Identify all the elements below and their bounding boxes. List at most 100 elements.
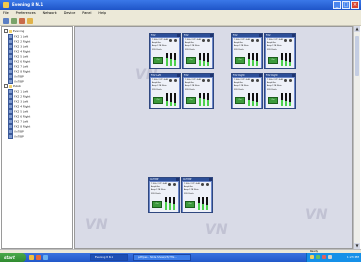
tree-folder[interactable]: Pulsik — [4, 84, 21, 88]
tray-icon[interactable] — [310, 255, 314, 259]
menu-network[interactable]: Network — [43, 10, 57, 17]
taskbar-item[interactable]: pdf/pss - Slide Show/23/7Hz... — [133, 254, 191, 261]
on-button[interactable]: On — [186, 57, 196, 64]
panel-close-icon[interactable] — [292, 74, 295, 77]
on-button[interactable]: On — [153, 57, 163, 64]
knob-icon[interactable] — [251, 39, 254, 42]
tree-item[interactable]: FX2 2 Right — [8, 94, 30, 99]
on-button[interactable]: On — [268, 97, 278, 104]
plugin-panel[interactable]: XnTiBP 7,5Hz OUT -6dB Amplifier Amp 17B Mut… — [148, 177, 180, 213]
on-button[interactable]: On — [235, 97, 245, 104]
quicklaunch-icon[interactable] — [36, 255, 41, 260]
panel-title[interactable]: XnTiBP — [182, 178, 212, 181]
tree-item[interactable]: FX2 8 Right — [8, 124, 30, 129]
panel-title[interactable]: FX2 — [232, 34, 262, 37]
menu-device[interactable]: Device — [64, 10, 76, 17]
scroll-thumb[interactable] — [355, 36, 359, 76]
knob-icon[interactable] — [284, 39, 287, 42]
knob-icon[interactable] — [289, 39, 292, 42]
scroll-up-icon[interactable]: ▲ — [354, 26, 360, 32]
tree-item[interactable]: FX2 2 Right — [8, 39, 30, 44]
panel-title[interactable]: FX2 — [265, 34, 295, 37]
plugin-panel[interactable]: FX2 7,5Hz OUT -6dB Amplifier Amp 17B Mute FX… — [182, 33, 214, 69]
panel-close-icon[interactable] — [176, 178, 179, 181]
tray-icon[interactable] — [322, 255, 326, 259]
panel-title[interactable]: FX2 Right — [232, 74, 262, 77]
panel-close-icon[interactable] — [209, 178, 212, 181]
tree-item[interactable]: XnTiBP — [8, 134, 24, 139]
plugin-panel[interactable]: FX2 Left 7,5Hz OUT -6dB Amplifier Amp 17B M… — [149, 73, 181, 109]
vertical-scrollbar[interactable]: ▲ ▼ — [353, 26, 360, 249]
panel-title[interactable]: FX2 — [183, 34, 213, 37]
start-button[interactable]: start — [0, 253, 26, 262]
tree-item[interactable]: FX2 8 Right — [8, 69, 30, 74]
panel-title[interactable]: XnTiBP — [149, 178, 179, 181]
plugin-panel[interactable]: FX2 7,5Hz OUT -6dB Amplifier Amp 17B Mute FX… — [231, 33, 263, 69]
quicklaunch-icon[interactable] — [43, 255, 48, 260]
knob-icon[interactable] — [169, 39, 172, 42]
taskbar-item[interactable]: Evening 8 N.1 — [90, 254, 128, 261]
knob-icon[interactable] — [169, 79, 172, 82]
tree-item[interactable]: FX2 3 Left — [8, 44, 28, 49]
properties-icon[interactable] — [27, 18, 33, 24]
menu-help[interactable]: Help — [98, 10, 106, 17]
on-button[interactable]: On — [153, 97, 163, 104]
expand-icon[interactable] — [4, 84, 8, 88]
plugin-panel[interactable]: XnTiBP 7,5Hz OUT -6dB Amplifier Amp 17B Mut… — [181, 177, 213, 213]
tree-item[interactable]: FX2 1 Left — [8, 34, 28, 39]
tree-item[interactable]: FX2 7 Left — [8, 64, 28, 69]
menu-panel[interactable]: Panel — [82, 10, 91, 17]
save-icon[interactable] — [11, 18, 17, 24]
panel-close-icon[interactable] — [210, 34, 213, 37]
open-icon[interactable] — [3, 18, 9, 24]
knob-icon[interactable] — [168, 183, 171, 186]
tree-item[interactable]: FX2 4 Right — [8, 49, 30, 54]
panel-title[interactable]: FX2 Right — [265, 74, 295, 77]
maximize-button[interactable]: □ — [342, 1, 350, 9]
plugin-panel[interactable]: FX2 7,5Hz OUT -6dB Amplifier Amp 17B Mute FX… — [182, 73, 214, 109]
plugin-panel[interactable]: FX2 7,5Hz OUT -6dB Amplifier Amp 17B Mute FX… — [264, 33, 296, 69]
plugin-panel[interactable]: FX2 Right 7,5Hz OUT -6dB Amplifier Amp 17B … — [264, 73, 296, 109]
panel-close-icon[interactable] — [259, 74, 262, 77]
knob-icon[interactable] — [256, 79, 259, 82]
tree-item[interactable]: FX2 5 Left — [8, 109, 28, 114]
tree-item[interactable]: FX2 5 Left — [8, 54, 28, 59]
on-button[interactable]: On — [268, 57, 278, 64]
panel-close-icon[interactable] — [259, 34, 262, 37]
panel-close-icon[interactable] — [177, 74, 180, 77]
tree-item[interactable]: FX2 6 Right — [8, 59, 30, 64]
menu-file[interactable]: File — [3, 10, 9, 17]
tree-item[interactable]: XnTiBP — [8, 79, 24, 84]
knob-icon[interactable] — [207, 39, 210, 42]
tree-item[interactable]: FX2 4 Right — [8, 104, 30, 109]
knob-icon[interactable] — [289, 79, 292, 82]
panel-close-icon[interactable] — [210, 74, 213, 77]
on-button[interactable]: On — [235, 57, 245, 64]
close-button[interactable]: × — [351, 1, 359, 9]
knob-icon[interactable] — [202, 79, 205, 82]
knob-icon[interactable] — [256, 39, 259, 42]
tree-item[interactable]: FX2 7 Left — [8, 119, 28, 124]
tree-item[interactable]: FX2 6 Right — [8, 114, 30, 119]
tray-icon[interactable] — [316, 255, 320, 259]
knob-icon[interactable] — [207, 79, 210, 82]
tray-icon[interactable] — [328, 255, 332, 259]
minimize-button[interactable]: _ — [333, 1, 341, 9]
panel-title[interactable]: FX2 — [150, 34, 180, 37]
plugin-panel[interactable]: FX2 Right 7,5Hz OUT -6dB Amplifier Amp 17B … — [231, 73, 263, 109]
tree-item[interactable]: FX2 3 Left — [8, 99, 28, 104]
panel-title[interactable]: FX2 Left — [150, 74, 180, 77]
quicklaunch-icon[interactable] — [29, 255, 34, 260]
knob-icon[interactable] — [284, 79, 287, 82]
knob-icon[interactable] — [206, 183, 209, 186]
knob-icon[interactable] — [201, 183, 204, 186]
knob-icon[interactable] — [202, 39, 205, 42]
panel-close-icon[interactable] — [177, 34, 180, 37]
tree-item[interactable]: XnTiBP — [8, 74, 24, 79]
menu-preferences[interactable]: Preferences — [16, 10, 36, 17]
expand-icon[interactable] — [4, 29, 8, 33]
on-button[interactable]: On — [152, 201, 162, 208]
tree-item[interactable]: XnTiBP — [8, 129, 24, 134]
tree-item[interactable]: FX2 1 Left — [8, 89, 28, 94]
on-button[interactable]: On — [186, 97, 196, 104]
